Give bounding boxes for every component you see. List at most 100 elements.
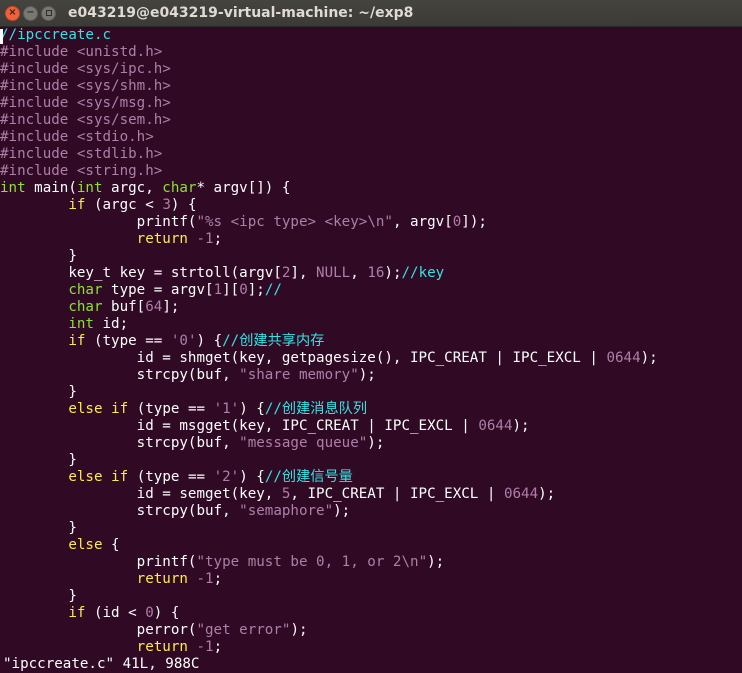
code-token-inc: <string.h> bbox=[76, 163, 163, 179]
code-token-num: -1 bbox=[196, 231, 214, 247]
code-token-num: 0 bbox=[145, 605, 154, 621]
code-token-str: "share memory" bbox=[239, 367, 359, 383]
code-line: id = msgget(key, IPC_CREAT | IPC_EXCL | … bbox=[0, 418, 742, 435]
code-token-inc: <sys/sem.h> bbox=[76, 112, 171, 128]
code-line: printf("%s <ipc type> <key>\n", argv[0])… bbox=[0, 214, 742, 231]
code-line: if (type == '0') {//创建共享内存 bbox=[0, 333, 742, 350]
code-token-num: -1 bbox=[196, 639, 214, 655]
code-token-plain: ) { bbox=[196, 333, 223, 349]
code-token-type: int bbox=[76, 180, 103, 196]
code-token-str: "type must be 0, 1, or 2 bbox=[196, 554, 402, 570]
minimize-button[interactable]: − bbox=[23, 5, 38, 21]
code-token-num: 0644 bbox=[478, 418, 513, 434]
code-token-kw: return bbox=[136, 639, 188, 655]
code-token-inc: <stdlib.h> bbox=[76, 146, 163, 162]
code-token-plain: (type == bbox=[128, 469, 214, 485]
code-token-num: 1 bbox=[213, 282, 223, 298]
code-token-plain: , argv[ bbox=[392, 214, 453, 230]
code-token-plain: ]; bbox=[247, 282, 265, 298]
code-token-pre: #include bbox=[0, 163, 77, 179]
code-token-esc: \n bbox=[367, 214, 385, 230]
code-line: char buf[64]; bbox=[0, 299, 742, 316]
code-token-plain: ; bbox=[213, 231, 223, 247]
code-view[interactable]: //ipccreate.c #include <unistd.h> #include… bbox=[0, 27, 742, 656]
code-token-plain: ); bbox=[290, 622, 308, 638]
code-token-plain: } bbox=[0, 588, 77, 604]
code-token-plain: ); bbox=[367, 435, 385, 451]
code-token-plain: ); bbox=[384, 265, 402, 281]
code-line: if (argc < 3) { bbox=[0, 197, 742, 214]
code-token-esc: \n bbox=[401, 554, 419, 570]
code-line: if (id < 0) { bbox=[0, 605, 742, 622]
code-token-plain: ; bbox=[213, 571, 223, 587]
minimize-icon: − bbox=[26, 7, 35, 18]
code-token-comment: //创建消息队列 bbox=[264, 401, 368, 417]
code-token-str: " bbox=[418, 554, 428, 570]
maximize-button[interactable] bbox=[41, 5, 56, 21]
code-token-pre: #include bbox=[0, 61, 77, 77]
code-line: } bbox=[0, 384, 742, 401]
code-line: #include <sys/ipc.h> bbox=[0, 61, 742, 78]
code-token-plain: strcpy(buf, bbox=[0, 367, 240, 383]
code-line: id = semget(key, 5, IPC_CREAT | IPC_EXCL… bbox=[0, 486, 742, 503]
code-token-num: 0644 bbox=[503, 486, 539, 502]
code-line: int id; bbox=[0, 316, 742, 333]
code-token-type: int bbox=[68, 316, 94, 332]
code-token-str: '0' bbox=[170, 333, 197, 349]
text-cursor bbox=[0, 29, 3, 44]
code-token-kw: if bbox=[68, 197, 86, 213]
code-token-inc: <sys/ipc.h> bbox=[76, 61, 171, 77]
code-line: return -1; bbox=[0, 639, 742, 656]
code-line: id = shmget(key, getpagesize(), IPC_CREA… bbox=[0, 350, 742, 367]
title-bar[interactable]: × − e043219@e043219-virtual-machine: ~/e… bbox=[0, 0, 742, 27]
code-token-str: "semaphore" bbox=[239, 503, 334, 519]
code-token-plain: printf( bbox=[0, 554, 197, 570]
code-line: #include <stdlib.h> bbox=[0, 146, 742, 163]
code-token-plain: main( bbox=[25, 180, 77, 196]
code-token-plain: buf[ bbox=[102, 299, 146, 315]
code-token-num: 16 bbox=[367, 265, 385, 281]
code-line: strcpy(buf, "message queue"); bbox=[0, 435, 742, 452]
code-token-str: '1' bbox=[213, 401, 240, 417]
code-token-num: 64 bbox=[145, 299, 163, 315]
code-token-plain: ][ bbox=[222, 282, 240, 298]
code-token-plain: ]); bbox=[461, 214, 487, 230]
code-token-kw: else bbox=[68, 401, 103, 417]
code-token-type: char bbox=[68, 282, 103, 298]
code-token-plain: , IPC_CREAT | IPC_EXCL | bbox=[290, 486, 504, 502]
code-token-type: char bbox=[162, 180, 197, 196]
code-token-pre: #include bbox=[0, 112, 77, 128]
code-token-plain: perror( bbox=[0, 622, 197, 638]
code-token-plain: (argc < bbox=[85, 197, 163, 213]
code-line: else { bbox=[0, 537, 742, 554]
code-token-plain: , bbox=[350, 265, 368, 281]
code-token-plain: ) { bbox=[170, 197, 197, 213]
code-token-comment: //创建共享内存 bbox=[222, 333, 325, 349]
code-token-comment: //创建信号量 bbox=[264, 469, 353, 485]
terminal-content[interactable]: //ipccreate.c #include <unistd.h> #include… bbox=[0, 27, 742, 673]
code-token-inc: <sys/msg.h> bbox=[76, 95, 171, 111]
code-token-plain: ); bbox=[333, 503, 351, 519]
close-button[interactable]: × bbox=[5, 5, 20, 21]
code-line: return -1; bbox=[0, 571, 742, 588]
code-token-plain: ) { bbox=[239, 469, 265, 485]
code-token-str: "get error" bbox=[196, 622, 291, 638]
code-token-inc: <sys/shm.h> bbox=[76, 78, 171, 94]
code-token-pre: #include bbox=[0, 44, 77, 60]
code-token-plain: * argv[]) { bbox=[196, 180, 291, 196]
code-token-comment: // bbox=[264, 282, 282, 298]
code-token-str: '2' bbox=[213, 469, 240, 485]
code-token-num: 0 bbox=[452, 214, 462, 230]
code-token-str: "message queue" bbox=[239, 435, 368, 451]
code-token-plain: id = shmget(key, getpagesize(), IPC_CREA… bbox=[0, 350, 607, 366]
code-line: strcpy(buf, "semaphore"); bbox=[0, 503, 742, 520]
code-token-type: int bbox=[0, 180, 26, 196]
code-line: #include <stdio.h> bbox=[0, 129, 742, 146]
